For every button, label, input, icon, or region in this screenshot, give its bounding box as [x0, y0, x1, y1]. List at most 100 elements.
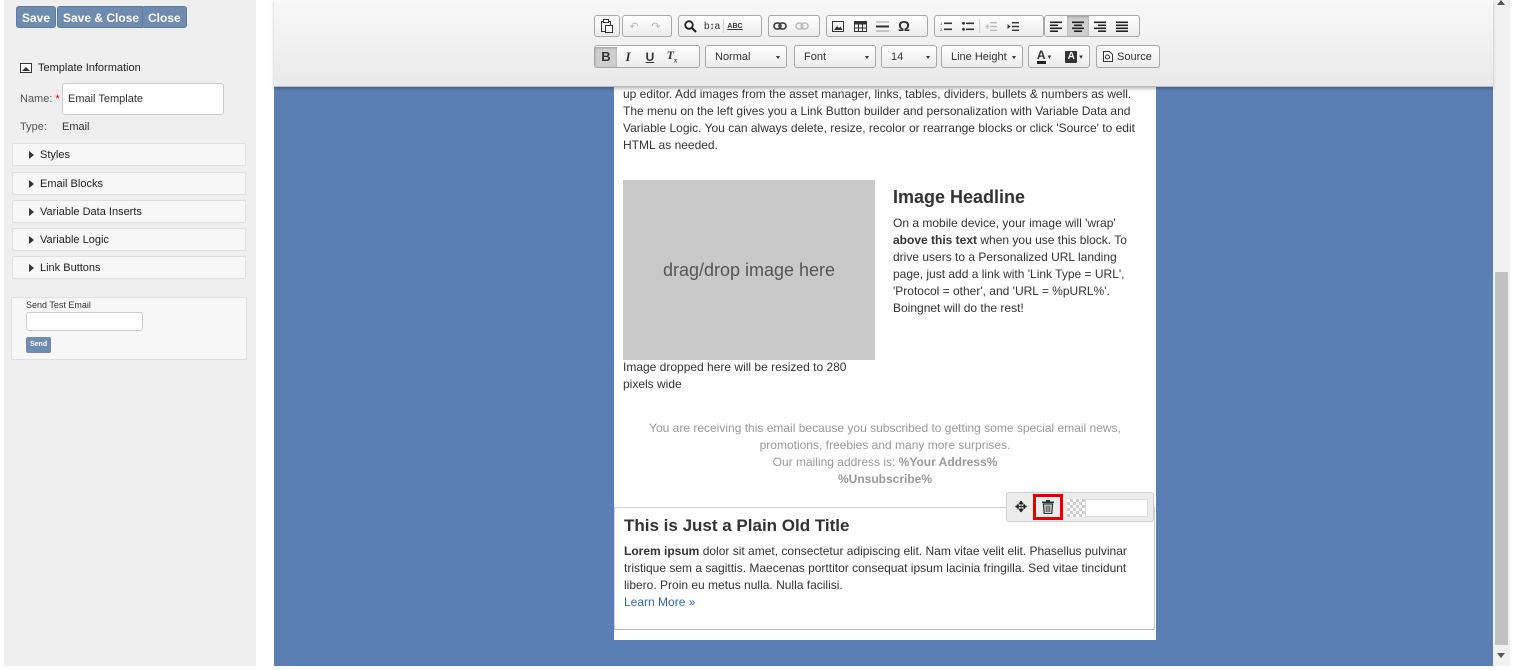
link-button[interactable]: [769, 16, 791, 36]
horizontal-rule-icon: [875, 21, 889, 31]
caret-right-icon: [29, 263, 34, 272]
format-combo[interactable]: Normal: [705, 45, 787, 68]
remove-format-icon: Tx: [666, 48, 678, 65]
block-color-input[interactable]: [1085, 499, 1148, 517]
accordion-styles[interactable]: Styles: [12, 143, 246, 166]
send-test-panel: Send Test Email Send: [11, 297, 247, 360]
remove-format-button[interactable]: Tx: [661, 47, 683, 67]
replace-button[interactable]: b↕a: [701, 16, 723, 36]
save-button[interactable]: Save: [16, 6, 57, 28]
learn-more-link[interactable]: Learn More »: [624, 595, 695, 609]
image-headline[interactable]: Image Headline: [893, 187, 1025, 208]
find-button[interactable]: [679, 16, 701, 36]
font-size-combo[interactable]: 14: [881, 45, 937, 68]
bold-button[interactable]: B: [595, 46, 617, 67]
font-combo[interactable]: Font: [794, 45, 876, 68]
line-height-combo[interactable]: Line Height: [941, 45, 1023, 68]
svg-text:1: 1: [940, 21, 943, 26]
caret-right-icon: [29, 179, 34, 188]
alignment-group: [1044, 15, 1140, 37]
unlink-icon: [795, 22, 809, 30]
send-button[interactable]: Send: [26, 337, 52, 353]
template-name-input[interactable]: [62, 83, 224, 115]
type-value: Email: [62, 121, 90, 133]
undo-icon: ↶: [629, 20, 639, 33]
block-toolbar: ✥: [1006, 492, 1154, 522]
intro-text[interactable]: up editor. Add images from the asset man…: [623, 86, 1147, 154]
align-justify-button[interactable]: [1111, 16, 1133, 36]
image-button[interactable]: [827, 16, 849, 36]
list-indent-group: 12: [934, 15, 1044, 37]
spellcheck-button[interactable]: ABC: [724, 16, 746, 36]
find-group: b↕a ABC: [678, 15, 762, 37]
svg-text:2: 2: [940, 27, 943, 32]
align-right-button[interactable]: [1089, 16, 1111, 36]
text-color-icon: A: [1036, 47, 1046, 64]
scroll-down-arrow[interactable]: [1497, 653, 1505, 658]
italic-button[interactable]: I: [617, 47, 639, 67]
spellcheck-icon: ABC: [727, 22, 743, 30]
save-close-button[interactable]: Save & Close: [57, 6, 146, 28]
omega-icon: Ω: [897, 17, 911, 35]
accordion-variable-data-inserts[interactable]: Variable Data Inserts: [12, 200, 246, 223]
accordion-email-blocks[interactable]: Email Blocks: [12, 172, 246, 195]
accordion-variable-logic[interactable]: Variable Logic: [12, 228, 246, 251]
send-test-email-input[interactable]: [26, 312, 143, 331]
text-color-button[interactable]: A ▾: [1029, 47, 1059, 67]
plain-title[interactable]: This is Just a Plain Old Title: [624, 516, 849, 536]
underline-button[interactable]: U: [639, 47, 661, 67]
indent-icon: [1007, 21, 1019, 31]
bulleted-list-icon: [962, 21, 974, 31]
dropdown-arrow-icon: [1012, 56, 1016, 59]
undo-redo-group: ↶ ↷: [622, 15, 672, 37]
insert-group: Ω: [826, 15, 928, 37]
source-button[interactable]: Source: [1096, 45, 1160, 68]
template-info-title: Template Information: [38, 62, 141, 74]
image-caption[interactable]: Image dropped here will be resized to 28…: [623, 359, 875, 393]
dropdown-arrow-icon: ▾: [1047, 53, 1052, 61]
unlink-button[interactable]: [791, 16, 813, 36]
dropdown-arrow-icon: [776, 56, 780, 59]
align-justify-icon: [1116, 21, 1128, 32]
move-block-handle[interactable]: ✥: [1011, 497, 1031, 517]
template-info-header: Template Information: [20, 62, 141, 74]
image-drop-zone[interactable]: drag/drop image here: [623, 180, 875, 360]
table-button[interactable]: [849, 16, 871, 36]
align-left-button[interactable]: [1045, 16, 1067, 36]
editor-toolbar: ↶ ↷ b↕a ABC Ω 12 B I U Tx Normal Font 14…: [274, 0, 1493, 87]
scrollbar-thumb[interactable]: [1495, 272, 1508, 645]
email-canvas: up editor. Add images from the asset man…: [614, 86, 1156, 640]
accordion-link-buttons[interactable]: Link Buttons: [12, 256, 246, 279]
table-icon: [853, 20, 867, 32]
source-icon: [1103, 51, 1113, 62]
plain-body[interactable]: Lorem ipsum dolor sit amet, consectetur …: [624, 543, 1144, 611]
outdent-button[interactable]: [980, 16, 1002, 36]
dropdown-arrow-icon: [865, 56, 869, 59]
special-char-button[interactable]: Ω: [893, 16, 915, 36]
caret-right-icon: [29, 235, 34, 244]
dropdown-arrow-icon: [926, 56, 930, 59]
redo-button[interactable]: ↷: [645, 16, 667, 36]
search-icon: [683, 19, 697, 33]
scroll-up-arrow[interactable]: [1497, 0, 1505, 5]
move-icon: ✥: [1014, 499, 1028, 516]
color-group: A ▾ A ▾: [1028, 45, 1090, 68]
transparent-color-swatch[interactable]: [1067, 499, 1085, 517]
delete-block-button[interactable]: [1033, 494, 1063, 520]
name-label: Name: *: [20, 93, 60, 105]
image-headline-body[interactable]: On a mobile device, your image will 'wra…: [893, 215, 1149, 317]
undo-button[interactable]: ↶: [623, 16, 645, 36]
background-color-button[interactable]: A ▾: [1059, 47, 1089, 67]
replace-icon: b↕a: [703, 20, 721, 32]
basic-style-group: B I U Tx: [594, 45, 700, 68]
indent-button[interactable]: [1002, 16, 1024, 36]
link-icon: [773, 22, 787, 30]
left-panel: Save Save & Close Close Template Informa…: [4, 0, 256, 666]
horizontal-rule-button[interactable]: [871, 16, 893, 36]
email-footer[interactable]: You are receiving this email because you…: [614, 420, 1156, 488]
numbered-list-button[interactable]: 12: [935, 16, 957, 36]
bulleted-list-button[interactable]: [957, 16, 979, 36]
align-center-button[interactable]: [1067, 16, 1089, 36]
paste-button[interactable]: [595, 16, 617, 36]
close-button[interactable]: Close: [142, 6, 187, 28]
